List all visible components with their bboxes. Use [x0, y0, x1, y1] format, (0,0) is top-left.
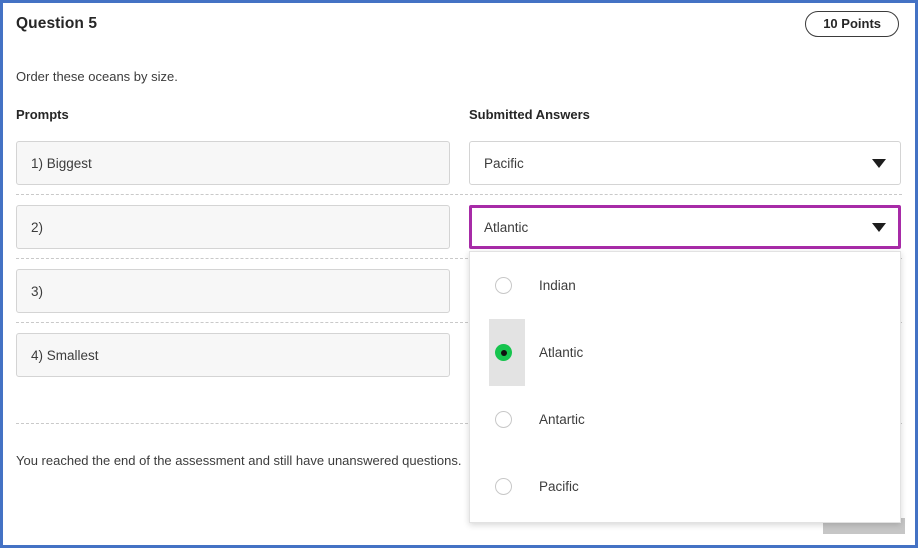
answer-dropdown-1-value: Pacific	[484, 155, 524, 171]
table-row: 2) Atlantic	[3, 195, 915, 259]
answer-dropdown-2-listbox[interactable]: Indian Atlantic Antartic Pacific	[469, 251, 901, 523]
prompt-box-3: 3)	[16, 269, 450, 313]
page-title: Question 5	[16, 15, 98, 32]
prompt-box-1: 1) Biggest	[16, 141, 450, 185]
option-label: Indian	[539, 278, 576, 293]
chevron-down-icon	[872, 222, 886, 232]
assessment-question-window: Question 5 10 Points Order these oceans …	[0, 0, 918, 548]
question-header: Question 5 10 Points	[3, 3, 915, 45]
question-text: Order these oceans by size.	[16, 69, 178, 84]
prompt-box-2: 2)	[16, 205, 450, 249]
answers-heading: Submitted Answers	[469, 107, 590, 122]
radio-icon[interactable]	[495, 411, 512, 428]
answer-dropdown-2[interactable]: Atlantic	[469, 205, 901, 249]
points-badge: 10 Points	[805, 11, 899, 37]
table-row: 1) Biggest Pacific	[3, 131, 915, 195]
radio-icon[interactable]	[495, 478, 512, 495]
list-item[interactable]: Pacific	[470, 453, 900, 520]
radio-icon[interactable]	[495, 277, 512, 294]
list-item[interactable]: Indian	[470, 252, 900, 319]
chevron-down-icon	[872, 158, 886, 168]
radio-selected-icon[interactable]	[495, 344, 512, 361]
option-label: Pacific	[539, 479, 579, 494]
prompt-box-4: 4) Smallest	[16, 333, 450, 377]
list-item[interactable]: Antartic	[470, 386, 900, 453]
prompts-heading: Prompts	[16, 107, 69, 122]
answer-dropdown-1[interactable]: Pacific	[469, 141, 901, 185]
answer-dropdown-2-value: Atlantic	[484, 219, 529, 235]
list-item[interactable]: Atlantic	[470, 319, 900, 386]
option-label: Atlantic	[539, 345, 584, 360]
option-label: Antartic	[539, 412, 585, 427]
column-headings: Prompts Submitted Answers	[3, 107, 915, 131]
